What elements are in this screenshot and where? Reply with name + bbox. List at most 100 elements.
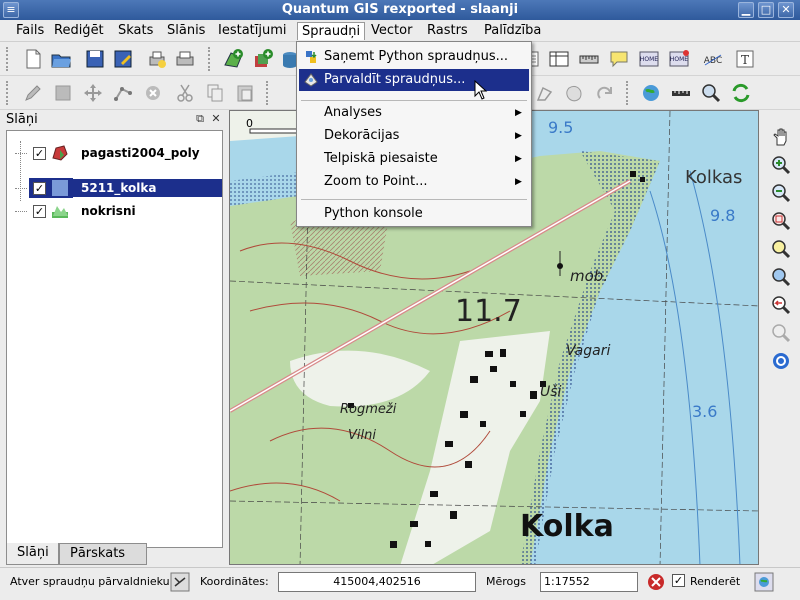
depth-label: 3.6 <box>692 402 717 421</box>
zoom-full-icon[interactable] <box>768 208 794 234</box>
menu-pal-dz-ba[interactable]: Palīdzība <box>480 22 545 40</box>
map-label-rogmezi: Rogmeži <box>340 402 397 417</box>
menu-rastrs[interactable]: Rastrs <box>423 22 472 40</box>
scale-zero-label: 0 <box>246 117 253 130</box>
coordinate-field[interactable]: 415004,402516 <box>278 572 476 592</box>
save-as-icon[interactable] <box>110 46 136 72</box>
measure-icon[interactable] <box>576 46 602 72</box>
new-bookmark-icon[interactable]: HOME <box>666 46 692 72</box>
zoom-in-icon[interactable] <box>768 152 794 178</box>
window-title: Quantum GIS rexported - slaanji <box>281 2 519 17</box>
map-label-mob: mob. <box>570 267 608 285</box>
zoom-out-icon[interactable] <box>768 180 794 206</box>
label-text-icon[interactable]: ABC <box>700 46 726 72</box>
layer-visibility-checkbox[interactable]: ✓ <box>33 182 46 195</box>
menu-vector[interactable]: Vector <box>367 22 416 40</box>
mouse-cursor-icon <box>474 80 488 100</box>
status-bar: Atver spraudņu pārvaldnieku Koordinātes:… <box>0 567 800 600</box>
dock-close-icon[interactable]: ✕ <box>210 113 222 125</box>
delete-selected-icon[interactable] <box>140 80 166 106</box>
render-label: Renderēt <box>690 575 741 588</box>
projection-icon[interactable] <box>754 572 774 592</box>
add-raster-layer-icon[interactable] <box>250 46 276 72</box>
scale-field[interactable]: 1:17552 <box>540 572 638 592</box>
save-project-icon[interactable] <box>82 46 108 72</box>
zoom-selection-icon[interactable] <box>698 80 724 106</box>
menu-item-decorations[interactable]: Dekorācijas ▶ <box>299 125 529 147</box>
layer-name: 5211_kolka <box>73 179 222 197</box>
copy-features-icon[interactable] <box>202 80 228 106</box>
map-label-kolkas: Kolkas <box>685 167 742 188</box>
raster-layer-icon <box>52 180 68 196</box>
toolbar-grip[interactable] <box>626 81 630 105</box>
depth-label: 9.8 <box>710 206 735 225</box>
identify-icon[interactable] <box>638 80 664 106</box>
toggle-editing-icon[interactable] <box>20 80 46 106</box>
toolbar-grip[interactable] <box>6 81 10 105</box>
menu-separator <box>301 100 527 101</box>
map-tips-icon[interactable] <box>606 46 632 72</box>
print-composer-icon[interactable] <box>144 46 170 72</box>
menu-item-zoom-to-point[interactable]: Zoom to Point... ▶ <box>299 171 529 193</box>
refresh-icon[interactable] <box>728 80 754 106</box>
paste-features-icon[interactable] <box>232 80 258 106</box>
menu-item-python-console[interactable]: Python konsole <box>299 203 529 225</box>
menu-item-get-python-plugins[interactable]: Saņemt Python spraudņus... <box>299 46 529 68</box>
toolbar-grip[interactable] <box>6 47 10 71</box>
menu-skats[interactable]: Skats <box>114 22 157 40</box>
menu-sl-nis[interactable]: Slānis <box>163 22 209 40</box>
layer-row-kolka[interactable]: ✓ 5211_kolka <box>7 178 222 198</box>
measure-line-icon[interactable] <box>668 80 694 106</box>
close-icon[interactable]: ✕ <box>778 2 794 18</box>
menu-item-analyses[interactable]: Analyses ▶ <box>299 102 529 124</box>
redo-icon[interactable] <box>592 80 618 106</box>
add-vector-layer-icon[interactable] <box>220 46 246 72</box>
python-download-icon <box>306 51 317 63</box>
node-tool-icon[interactable] <box>110 80 136 106</box>
menu-item-manage-plugins[interactable]: Parvaldīt spraudņus... <box>299 69 529 91</box>
minimize-icon[interactable]: ▁ <box>738 2 754 18</box>
new-project-icon[interactable] <box>20 46 46 72</box>
open-project-icon[interactable] <box>48 46 74 72</box>
scale-label: Mērogs <box>486 575 526 588</box>
home-bookmark-icon[interactable]: HOME <box>636 46 662 72</box>
toolbar-grip[interactable] <box>266 81 270 105</box>
print-icon[interactable] <box>172 46 198 72</box>
move-feature-icon[interactable] <box>80 80 106 106</box>
zoom-last-icon[interactable] <box>768 292 794 318</box>
dock-float-icon[interactable]: ⧉ <box>194 113 206 125</box>
render-checkbox[interactable]: ✓ <box>672 574 685 587</box>
cut-features-icon[interactable] <box>172 80 198 106</box>
layer-tree[interactable]: ✓ pagasti2004_poly ✓ 5211_kolka ✓ nokris… <box>6 130 223 548</box>
menu-fails[interactable]: Fails <box>12 22 48 40</box>
layer-row-nokrisni[interactable]: ✓ nokrisni <box>7 201 222 221</box>
zoom-next-icon[interactable] <box>768 320 794 346</box>
menu-item-georeferencer[interactable]: Telpiskā piesaiste ▶ <box>299 148 529 170</box>
menu-spraud-i[interactable]: Spraudņi <box>297 22 366 40</box>
text-annotation-icon[interactable]: T <box>732 46 758 72</box>
menu-iestat-jumi[interactable]: Iestatījumi <box>214 22 291 40</box>
zoom-to-layer-icon[interactable] <box>768 264 794 290</box>
zoom-to-point-icon[interactable] <box>768 348 794 374</box>
layer-row-pagasti[interactable]: ✓ pagasti2004_poly <box>7 143 222 163</box>
pan-hand-icon[interactable] <box>768 124 794 150</box>
ring-tool-icon[interactable] <box>532 80 558 106</box>
toolbar-grip[interactable] <box>208 47 212 71</box>
submenu-arrow-icon: ▶ <box>515 108 522 118</box>
tab-overview[interactable]: Pārskats <box>59 543 147 565</box>
title-bar: ≡ Quantum GIS rexported - slaanji ▁ □ ✕ <box>0 0 800 20</box>
tab-layers[interactable]: Slāņi <box>6 543 59 565</box>
menu-redi-t[interactable]: Rediģēt <box>50 22 108 40</box>
layer-visibility-checkbox[interactable]: ✓ <box>33 205 46 218</box>
layer-visibility-checkbox[interactable]: ✓ <box>33 147 46 160</box>
scale-lock-icon[interactable] <box>170 572 190 592</box>
maximize-icon[interactable]: □ <box>758 2 774 18</box>
stop-render-icon[interactable] <box>646 572 666 592</box>
raster-layer-icon <box>52 206 68 218</box>
zoom-to-selection-icon[interactable] <box>768 236 794 262</box>
submenu-arrow-icon: ▶ <box>515 177 522 187</box>
save-edits-icon[interactable] <box>50 80 76 106</box>
island-tool-icon[interactable] <box>562 80 588 106</box>
submenu-arrow-icon: ▶ <box>515 131 522 141</box>
attribute-table-icon[interactable] <box>546 46 572 72</box>
